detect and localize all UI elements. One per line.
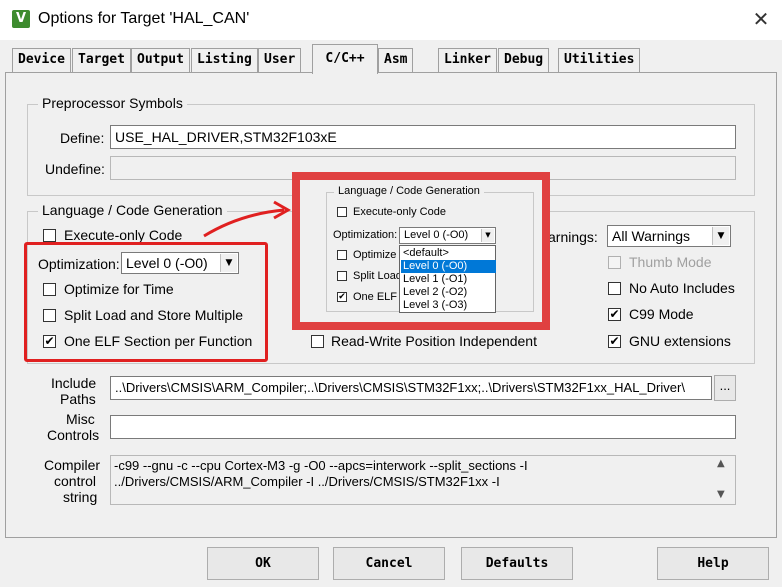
cancel-button[interactable]: Cancel	[333, 547, 445, 580]
rw-position-independent-checkbox[interactable]	[311, 335, 324, 348]
c99-mode-checkbox[interactable]: ✔	[608, 308, 621, 321]
help-button[interactable]: Help	[657, 547, 769, 580]
tab-device[interactable]: Device	[12, 48, 71, 72]
inset-execute-only-label: Execute-only Code	[353, 206, 446, 218]
close-icon[interactable]: ✕	[748, 6, 774, 32]
tab-utilities[interactable]: Utilities	[558, 48, 641, 72]
window-title: Options for Target 'HAL_CAN'	[38, 10, 250, 27]
include-paths-label-1: Include	[51, 375, 97, 391]
misc-controls-label-2: Controls	[47, 427, 100, 443]
compiler-control-label-2: control	[54, 473, 97, 489]
tab-output[interactable]: Output	[131, 48, 190, 72]
execute-only-label: Execute-only Code	[64, 227, 183, 243]
thumb-mode-checkbox[interactable]	[608, 256, 621, 269]
include-paths-label-2: Paths	[60, 391, 96, 407]
compiler-control-label-1: Compiler	[44, 457, 101, 473]
compiler-control-line-2: ../Drivers/CMSIS/ARM_Compiler -I ../Driv…	[114, 474, 500, 489]
tab-user[interactable]: User	[258, 48, 302, 72]
gnu-extensions-checkbox[interactable]: ✔	[608, 335, 621, 348]
execute-only-checkbox[interactable]	[43, 229, 56, 242]
rw-position-independent-label: Read-Write Position Independent	[331, 333, 537, 349]
c99-mode-label: C99 Mode	[629, 306, 694, 322]
inset-optimize-label: Optimize f	[353, 249, 403, 261]
inset-group-title: Language / Code Generation	[334, 185, 484, 197]
tab-target[interactable]: Target	[72, 48, 131, 72]
inset-split-label: Split Load	[353, 270, 402, 282]
scroll-up-icon[interactable]: ▲	[717, 458, 725, 469]
keil-app-icon: V	[12, 10, 30, 28]
ok-button[interactable]: OK	[207, 547, 319, 580]
tab-asm[interactable]: Asm	[378, 48, 414, 72]
dropdown-option-level2[interactable]: Level 2 (-O2)	[401, 286, 496, 299]
inset-optimization-value: Level 0 (-O0)	[404, 229, 469, 241]
dropdown-option-default[interactable]: <default>	[401, 247, 496, 260]
thumb-mode-label: Thumb Mode	[629, 254, 712, 270]
preprocessor-group-title: Preprocessor Symbols	[38, 95, 187, 111]
dropdown-option-level0[interactable]: Level 0 (-O0)	[401, 260, 496, 273]
inset-one-elf-checkbox[interactable]: ✔	[337, 292, 347, 302]
include-paths-input[interactable]: ..\Drivers\CMSIS\ARM_Compiler;..\Drivers…	[110, 376, 712, 400]
misc-controls-label-1: Misc	[66, 411, 95, 427]
define-input[interactable]: USE_HAL_DRIVER,STM32F103xE	[110, 125, 736, 149]
compiler-control-line-1: -c99 --gnu -c --cpu Cortex-M3 -g -O0 --a…	[114, 458, 528, 473]
warnings-select[interactable]: All Warnings ▼	[607, 225, 731, 247]
inset-optimize-checkbox[interactable]	[337, 250, 347, 260]
undefine-label: Undefine:	[45, 161, 105, 177]
dropdown-option-level1[interactable]: Level 1 (-O1)	[401, 273, 496, 286]
chevron-down-icon[interactable]: ▼	[481, 229, 494, 242]
scroll-down-icon[interactable]: ▼	[717, 489, 725, 500]
compiler-control-label-3: string	[63, 489, 98, 505]
chevron-down-icon[interactable]: ▼	[712, 227, 729, 245]
defaults-button[interactable]: Defaults	[461, 547, 573, 580]
no-auto-includes-checkbox[interactable]	[608, 282, 621, 295]
langgen-group-title: Language / Code Generation	[38, 202, 227, 218]
inset-one-elf-label: One ELF	[353, 291, 398, 303]
no-auto-includes-label: No Auto Includes	[629, 280, 735, 296]
annotation-arrow	[203, 200, 292, 238]
warnings-label: arnings:	[548, 229, 598, 245]
gnu-extensions-label: GNU extensions	[629, 333, 731, 349]
inset-execute-only-checkbox[interactable]	[337, 207, 347, 217]
include-paths-browse-button[interactable]: ...	[714, 375, 736, 401]
inset-optimization-select[interactable]: Level 0 (-O0) ▼	[399, 227, 496, 244]
highlight-box	[24, 242, 268, 362]
tab-listing[interactable]: Listing	[191, 48, 258, 72]
tab-debug[interactable]: Debug	[498, 48, 550, 72]
misc-controls-input[interactable]	[110, 415, 736, 439]
dropdown-option-level3[interactable]: Level 3 (-O3)	[401, 299, 496, 312]
warnings-value: All Warnings	[612, 228, 691, 244]
inset-optimization-label: Optimization:	[333, 229, 398, 241]
tab-linker[interactable]: Linker	[438, 48, 497, 72]
inset-split-checkbox[interactable]	[337, 271, 347, 281]
tab-cpp[interactable]: C/C++	[312, 44, 378, 74]
define-label: Define:	[60, 130, 105, 146]
